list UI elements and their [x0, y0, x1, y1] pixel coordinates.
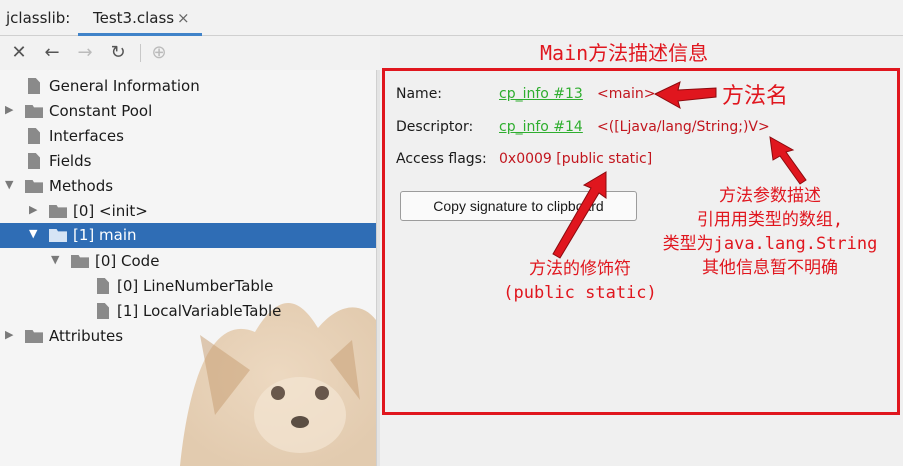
annotation-descriptor-line: 引用用类型的数组,	[696, 210, 844, 230]
collapse-arrow-icon[interactable]: ▼	[5, 178, 13, 191]
tab-bar: jclasslib: Test3.class ×	[0, 0, 903, 36]
tab-test3-class[interactable]: Test3.class ×	[78, 0, 202, 36]
folder-icon	[25, 105, 43, 118]
tree-node-label: Attributes	[49, 327, 124, 345]
tree-node-method-init[interactable]: ▶ [0] <init>	[0, 199, 376, 224]
collapse-arrow-icon[interactable]: ▼	[29, 227, 37, 240]
class-structure-tree: General Information ▶ Constant Pool Inte…	[0, 70, 376, 466]
tree-node-interfaces[interactable]: Interfaces	[0, 124, 376, 149]
file-icon	[97, 303, 109, 319]
annotation-descriptor-line: 其他信息暂不明确	[702, 258, 838, 278]
tree-node-general-information[interactable]: General Information	[0, 74, 376, 99]
tree-node-line-number-table[interactable]: [0] LineNumberTable	[0, 274, 376, 299]
tree-node-label: General Information	[49, 77, 200, 95]
tool-window-title: jclasslib:	[6, 9, 71, 27]
expand-arrow-icon[interactable]: ▶	[29, 203, 37, 216]
annotation-descriptor-line: 类型为java.lang.String	[662, 234, 878, 254]
annotation-method-name: 方法名	[722, 84, 789, 109]
file-icon	[28, 153, 40, 169]
folder-icon	[71, 255, 89, 268]
back-arrow-icon[interactable]: ←	[41, 42, 63, 64]
annotation-title: Main方法描述信息	[540, 41, 709, 65]
tree-node-label: [0] <init>	[73, 202, 148, 220]
folder-icon	[25, 180, 43, 193]
tree-node-label: [0] LineNumberTable	[117, 277, 274, 295]
tree-node-label: Constant Pool	[49, 102, 153, 120]
tree-node-constant-pool[interactable]: ▶ Constant Pool	[0, 99, 376, 124]
forward-arrow-icon[interactable]: →	[74, 42, 96, 64]
close-icon[interactable]: ✕	[8, 42, 30, 64]
folder-icon	[49, 229, 67, 242]
tree-node-code[interactable]: ▼ [0] Code	[0, 249, 376, 274]
tree-node-label: Fields	[49, 152, 92, 170]
tree-node-methods[interactable]: ▼ Methods	[0, 174, 376, 199]
toolbar-divider	[140, 44, 141, 62]
close-tab-icon[interactable]: ×	[177, 9, 190, 27]
tree-node-fields[interactable]: Fields	[0, 149, 376, 174]
annotation-modifier-line: (public static)	[503, 283, 657, 303]
tree-node-label: Methods	[49, 177, 114, 195]
folder-icon	[25, 330, 43, 343]
tab-label: Test3.class	[93, 9, 175, 27]
browser-globe-icon[interactable]: ⊕	[148, 42, 170, 64]
tree-node-label: [1] main	[73, 226, 137, 244]
file-icon	[97, 278, 109, 294]
folder-icon	[49, 205, 67, 218]
annotation-descriptor-line: 方法参数描述	[719, 186, 821, 206]
tree-node-attributes[interactable]: ▶ Attributes	[0, 324, 376, 349]
refresh-icon[interactable]: ↻	[107, 42, 129, 64]
tree-node-method-main[interactable]: ▼ [1] main	[0, 223, 376, 248]
file-icon	[28, 128, 40, 144]
tree-node-label: Interfaces	[49, 127, 124, 145]
toolbar: ✕ ← → ↻ ⊕	[0, 36, 380, 70]
tree-node-label: [0] Code	[95, 252, 160, 270]
file-icon	[28, 78, 40, 94]
expand-arrow-icon[interactable]: ▶	[5, 103, 13, 116]
tree-node-local-variable-table[interactable]: [1] LocalVariableTable	[0, 299, 376, 324]
annotation-descriptor: 方法参数描述 引用用类型的数组, 类型为java.lang.String 其他信…	[640, 184, 900, 280]
expand-arrow-icon[interactable]: ▶	[5, 328, 13, 341]
tree-node-label: [1] LocalVariableTable	[117, 302, 282, 320]
collapse-arrow-icon[interactable]: ▼	[51, 253, 59, 266]
